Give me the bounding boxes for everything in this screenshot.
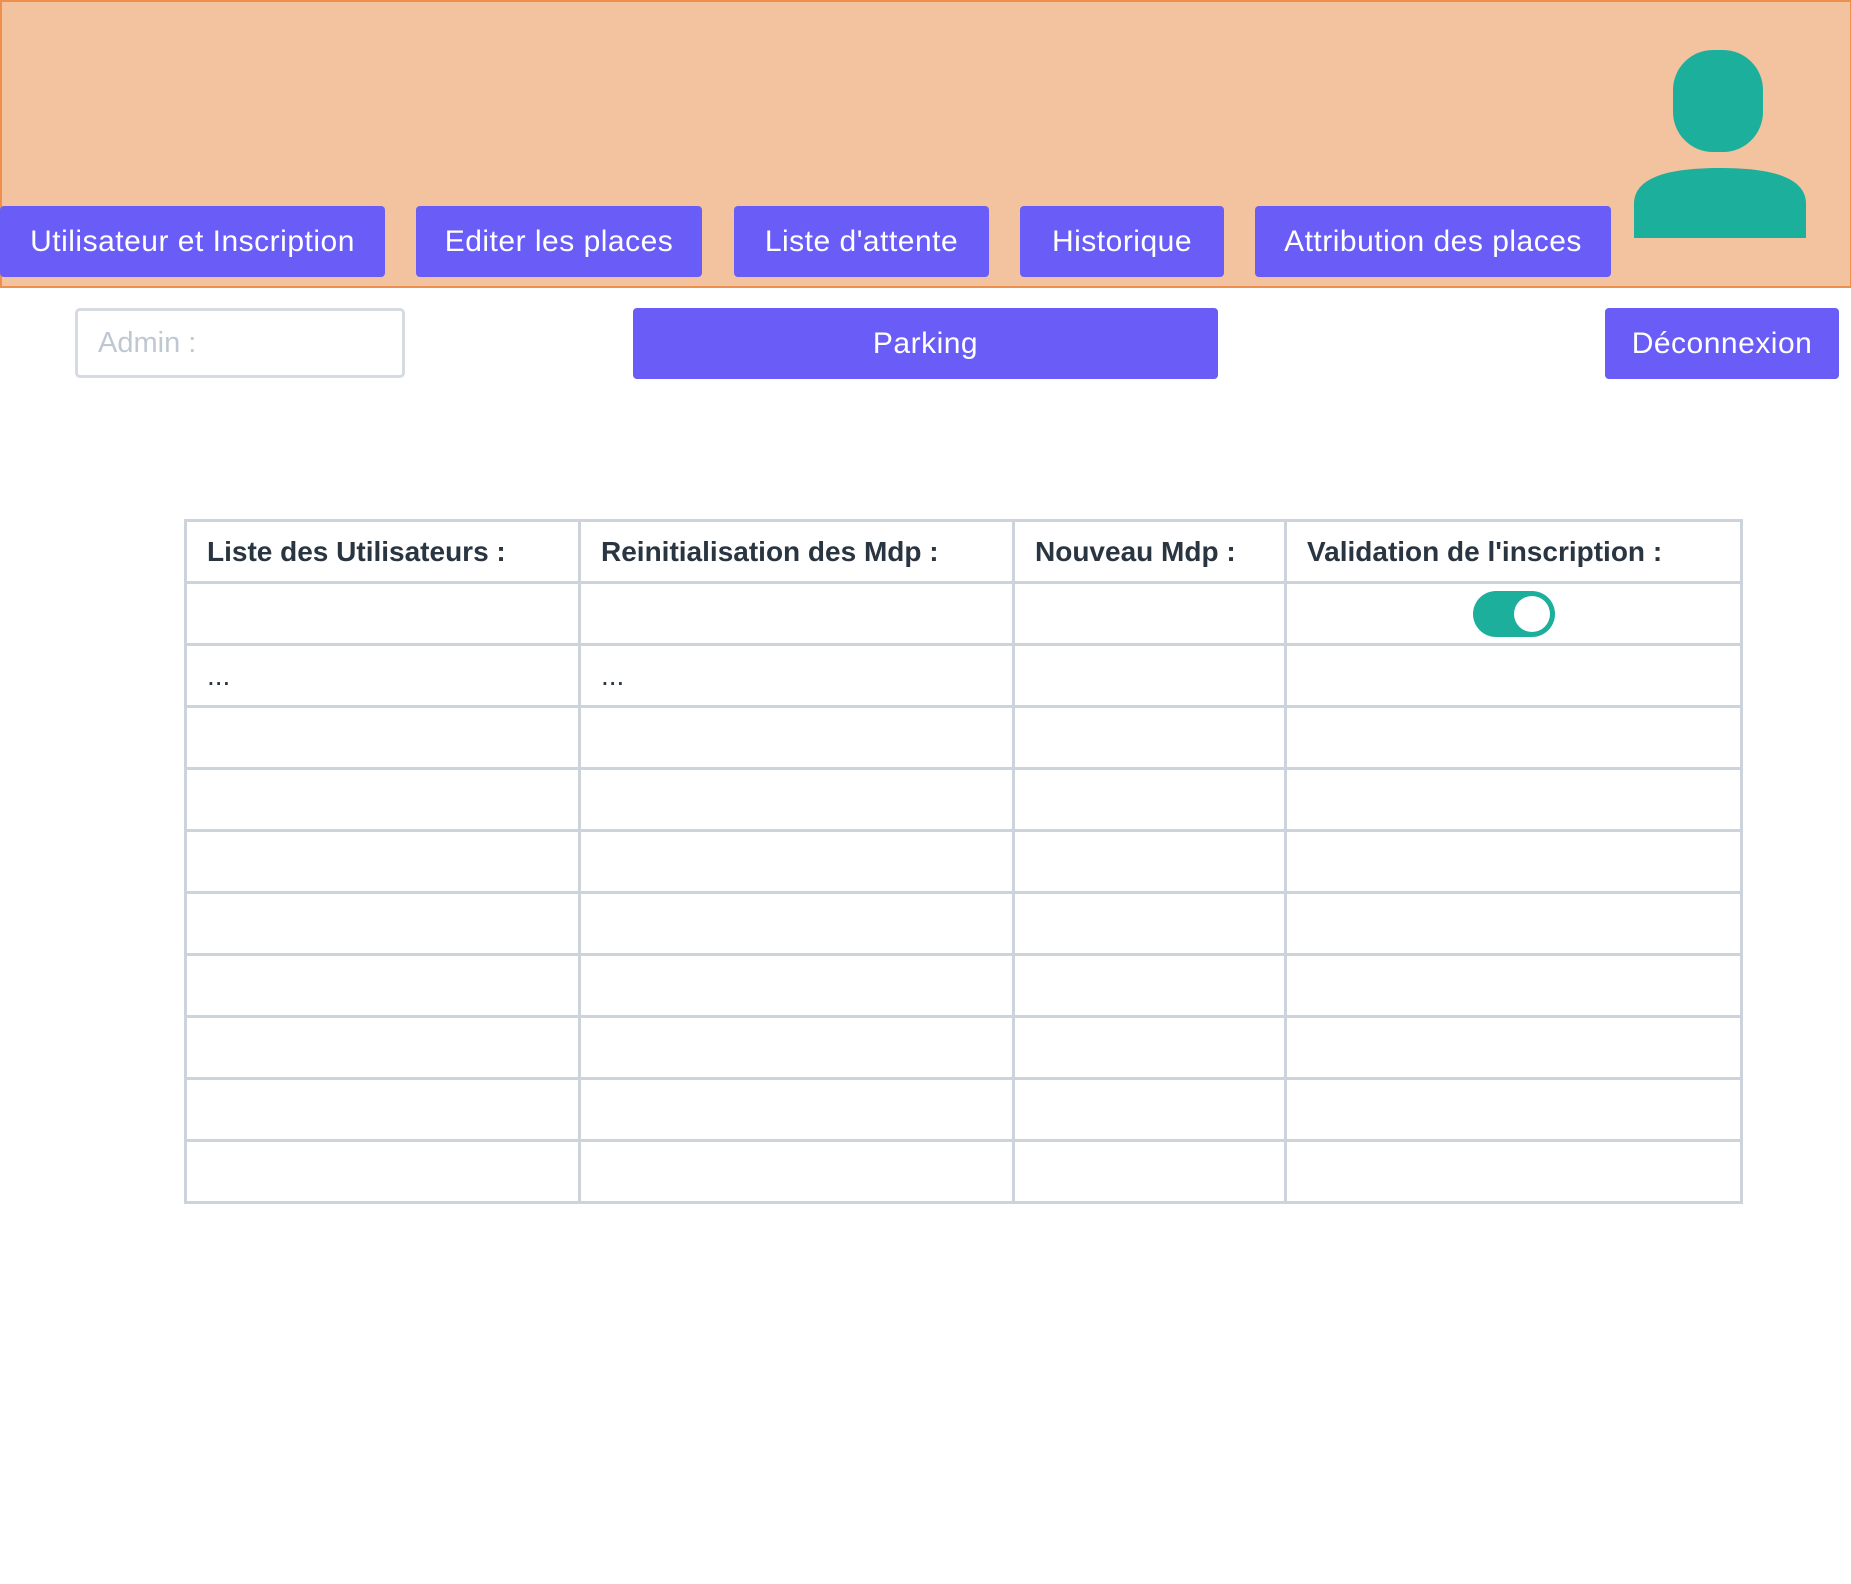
user-cell[interactable] [184,829,581,894]
password-reset-cell[interactable] [578,581,1015,646]
table-row [184,1015,1743,1080]
table-row [184,767,1743,832]
new-password-cell[interactable] [1012,953,1287,1018]
validation-cell[interactable] [1284,705,1743,770]
table-row [184,1139,1743,1204]
user-cell[interactable] [184,953,581,1018]
column-header-new-password: Nouveau Mdp : [1012,519,1287,584]
user-avatar-icon[interactable] [1630,48,1810,240]
validation-cell[interactable] [1284,1139,1743,1204]
user-cell[interactable] [184,1139,581,1204]
table-row: ... ... [184,643,1743,708]
column-header-registration-validation: Validation de l'inscription : [1284,519,1743,584]
password-reset-cell[interactable] [578,705,1015,770]
password-reset-cell[interactable] [578,953,1015,1018]
password-reset-cell[interactable] [578,891,1015,956]
new-password-cell[interactable] [1012,581,1287,646]
new-password-cell[interactable] [1012,829,1287,894]
validation-cell[interactable] [1284,767,1743,832]
validation-cell[interactable] [1284,1077,1743,1142]
password-reset-cell[interactable] [578,767,1015,832]
user-cell[interactable]: ... [184,643,581,708]
table-row [184,705,1743,770]
validation-cell[interactable] [1284,953,1743,1018]
nav-liste-attente-button[interactable]: Liste d'attente [734,206,989,277]
nav-historique-button[interactable]: Historique [1020,206,1224,277]
page: Utilisateur et Inscription Editer les pl… [0,0,1851,1584]
validation-cell[interactable] [1284,1015,1743,1080]
user-cell[interactable] [184,705,581,770]
user-cell[interactable] [184,891,581,956]
user-cell[interactable] [184,1015,581,1080]
user-cell[interactable] [184,767,581,832]
user-cell[interactable] [184,1077,581,1142]
table-row [184,581,1743,646]
table-row [184,1077,1743,1142]
column-header-password-reset: Reinitialisation des Mdp : [578,519,1015,584]
new-password-cell[interactable] [1012,705,1287,770]
table-row [184,953,1743,1018]
nav-editer-places-button[interactable]: Editer les places [416,206,702,277]
column-header-users: Liste des Utilisateurs : [184,519,581,584]
new-password-cell[interactable] [1012,643,1287,708]
users-table: Liste des Utilisateurs : Reinitialisatio… [184,519,1743,1204]
validation-cell [1284,581,1743,646]
validation-cell[interactable] [1284,891,1743,956]
logout-button[interactable]: Déconnexion [1605,308,1839,379]
table-header-row: Liste des Utilisateurs : Reinitialisatio… [184,519,1743,584]
parking-button[interactable]: Parking [633,308,1218,379]
table-row [184,829,1743,894]
nav-utilisateur-inscription-button[interactable]: Utilisateur et Inscription [0,206,385,277]
validation-toggle[interactable] [1472,590,1555,637]
nav-attribution-places-button[interactable]: Attribution des places [1255,206,1611,277]
user-cell[interactable] [184,581,581,646]
password-reset-cell[interactable]: ... [578,643,1015,708]
password-reset-cell[interactable] [578,1077,1015,1142]
validation-cell[interactable] [1284,829,1743,894]
admin-input[interactable] [75,308,405,378]
new-password-cell[interactable] [1012,891,1287,956]
password-reset-cell[interactable] [578,829,1015,894]
table-row [184,891,1743,956]
toggle-knob [1513,595,1550,632]
new-password-cell[interactable] [1012,1139,1287,1204]
validation-cell[interactable] [1284,643,1743,708]
new-password-cell[interactable] [1012,1015,1287,1080]
password-reset-cell[interactable] [578,1139,1015,1204]
password-reset-cell[interactable] [578,1015,1015,1080]
new-password-cell[interactable] [1012,767,1287,832]
new-password-cell[interactable] [1012,1077,1287,1142]
